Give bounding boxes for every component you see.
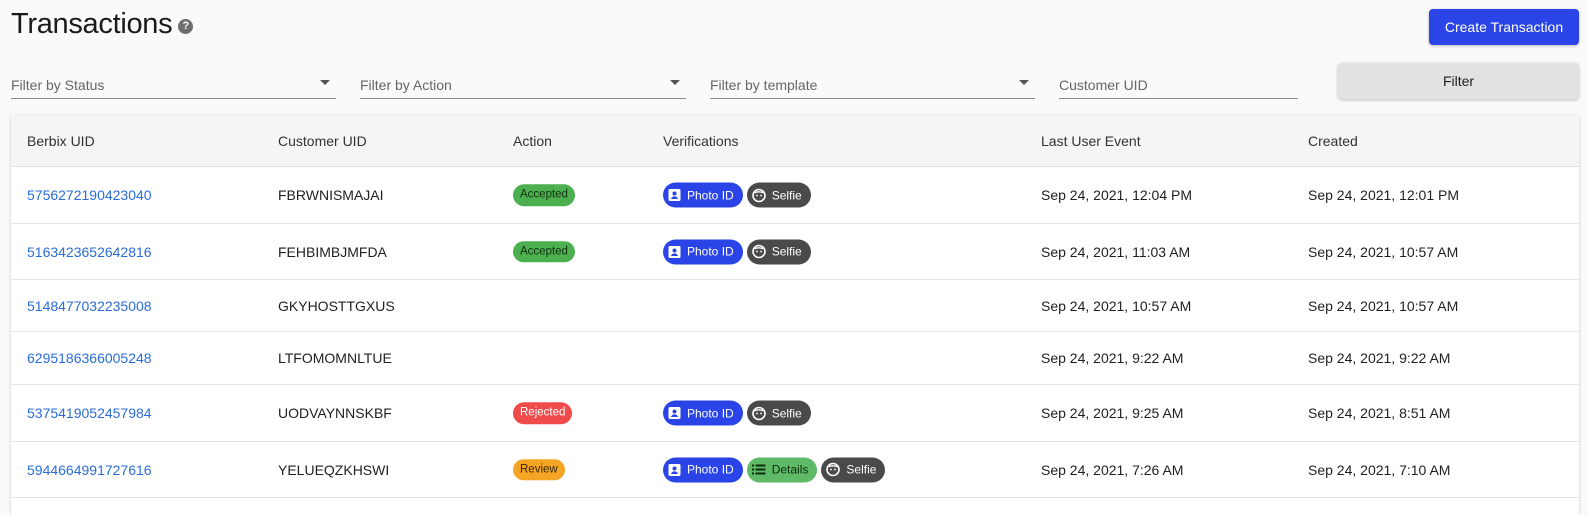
page-title: Transactions	[11, 8, 173, 40]
action-filter-select[interactable]: Filter by Action	[360, 68, 686, 99]
list-icon	[751, 464, 766, 476]
customer-uid-cell: YELUEQZKHSWI	[278, 461, 390, 478]
chip-label: Photo ID	[687, 188, 734, 202]
created-cell: Sep 24, 2021, 7:10 AM	[1308, 461, 1451, 478]
table-row[interactable]: 5756272190423040 FBRWNISMAJAI Accepted Phot…	[11, 167, 1579, 224]
id-card-icon	[668, 189, 681, 202]
chip-label: Selfie	[846, 462, 877, 477]
column-header-last-user-event[interactable]: Last User Event	[1041, 133, 1141, 149]
last-user-event-cell: Sep 24, 2021, 12:04 PM	[1041, 187, 1192, 203]
table-row[interactable]: 5375419052457984 UODVAYNNSKBF Rejected Phot…	[11, 385, 1579, 442]
last-user-event-cell: Sep 24, 2021, 9:25 AM	[1041, 405, 1184, 421]
action-cell: Rejected	[513, 402, 573, 424]
last-user-event-cell: Sep 24, 2021, 11:03 AM	[1041, 243, 1191, 260]
status-badge: Accepted	[513, 184, 575, 206]
customer-uid-cell: LTFOMOMNLTUE	[278, 350, 392, 366]
customer-uid-cell: UODVAYNNSKBF	[278, 405, 392, 421]
verifications-cell: Photo ID Details Selfie	[663, 457, 886, 482]
action-cell: Accepted	[513, 240, 575, 263]
verifications-cell: Photo ID Selfie	[663, 400, 811, 426]
berbix-uid-link[interactable]: 5375419052457984	[27, 405, 152, 421]
table-row[interactable]: 5944664991727616 YELUEQZKHSWI Review Photo …	[11, 442, 1579, 498]
create-transaction-button[interactable]: Create Transaction	[1429, 9, 1579, 45]
help-circle-icon[interactable]: ?	[178, 18, 194, 34]
status-filter-select[interactable]: Filter by Status	[11, 68, 336, 99]
berbix-uid-link[interactable]: 5944664991727616	[27, 462, 152, 478]
id-card-icon	[668, 407, 681, 420]
photo-id-chip: Photo ID	[663, 457, 743, 482]
chip-label: Photo ID	[687, 244, 734, 259]
photo-id-chip: Photo ID	[663, 239, 743, 264]
last-user-event-cell: Sep 24, 2021, 7:26 AM	[1041, 461, 1184, 478]
created-cell: Sep 24, 2021, 9:22 AM	[1308, 350, 1451, 366]
column-header-berbix-uid[interactable]: Berbix UID	[27, 133, 95, 149]
berbix-uid-link[interactable]: 5756272190423040	[27, 187, 152, 203]
chip-label: Selfie	[771, 244, 802, 259]
table-row[interactable]: 5148477032235008 GKYHOSTTGXUS Sep 24, 2021…	[11, 280, 1579, 332]
id-card-icon	[668, 245, 681, 258]
action-cell: Accepted	[513, 184, 575, 206]
verifications-cell: Photo ID Selfie	[663, 239, 811, 264]
customer-uid-cell: FEHBIMBJMFDA	[278, 243, 387, 260]
table-header: Berbix UID Customer UID Action Verificat…	[11, 115, 1579, 167]
face-icon	[751, 406, 766, 420]
selfie-chip: Selfie	[746, 400, 811, 426]
page-header: Transactions ?	[11, 8, 194, 41]
column-header-created[interactable]: Created	[1308, 133, 1358, 149]
status-badge: Accepted	[513, 240, 575, 263]
customer-uid-cell: FBRWNISMAJAI	[278, 187, 384, 203]
berbix-uid-link[interactable]: 5148477032235008	[27, 298, 152, 314]
berbix-uid-link[interactable]: 6295186366005248	[27, 350, 152, 366]
verifications-cell: Photo ID Selfie	[663, 182, 811, 208]
created-cell: Sep 24, 2021, 8:51 AM	[1308, 405, 1451, 421]
template-filter-select[interactable]: Filter by template	[710, 68, 1035, 99]
last-user-event-cell: Sep 24, 2021, 9:22 AM	[1041, 350, 1184, 366]
status-badge: Review	[513, 458, 565, 481]
chip-label: Selfie	[771, 406, 802, 420]
caret-down-icon	[670, 79, 680, 85]
template-filter-placeholder: Filter by template	[710, 77, 818, 93]
customer-uid-input[interactable]: Customer UID	[1059, 68, 1298, 99]
chip-label: Photo ID	[687, 406, 734, 420]
created-cell: Sep 24, 2021, 10:57 AM	[1308, 297, 1459, 314]
created-cell: Sep 24, 2021, 10:57 AM	[1308, 243, 1459, 260]
filter-button[interactable]: Filter	[1338, 63, 1579, 99]
table-body: 5756272190423040 FBRWNISMAJAI Accepted Phot…	[11, 167, 1579, 498]
selfie-chip: Selfie	[746, 239, 811, 264]
selfie-chip: Selfie	[821, 457, 886, 482]
column-header-verifications[interactable]: Verifications	[663, 133, 738, 149]
face-icon	[751, 244, 766, 259]
berbix-uid-link[interactable]: 5163423652642816	[27, 244, 152, 260]
action-cell: Review	[513, 458, 565, 481]
face-icon	[751, 188, 766, 202]
status-filter-placeholder: Filter by Status	[11, 77, 105, 93]
caret-down-icon	[1019, 79, 1029, 85]
chip-label: Details	[771, 462, 809, 477]
column-header-action[interactable]: Action	[513, 133, 552, 149]
table-row[interactable]: 6295186366005248 LTFOMOMNLTUE Sep 24, 2021…	[11, 332, 1579, 385]
table-row[interactable]: 5163423652642816 FEHBIMBJMFDA Accepted Phot…	[11, 224, 1579, 280]
customer-uid-cell: GKYHOSTTGXUS	[278, 297, 395, 314]
face-icon	[826, 462, 841, 477]
created-cell: Sep 24, 2021, 12:01 PM	[1308, 187, 1459, 203]
id-card-icon	[668, 463, 681, 476]
status-badge: Rejected	[513, 402, 573, 424]
chip-label: Photo ID	[687, 462, 734, 477]
selfie-chip: Selfie	[746, 182, 811, 208]
caret-down-icon	[320, 79, 330, 85]
transactions-table: Berbix UID Customer UID Action Verificat…	[11, 115, 1579, 515]
action-filter-placeholder: Filter by Action	[360, 77, 452, 93]
photo-id-chip: Photo ID	[663, 400, 743, 426]
customer-uid-placeholder: Customer UID	[1059, 77, 1148, 93]
column-header-customer-uid[interactable]: Customer UID	[278, 133, 367, 149]
chip-label: Selfie	[771, 188, 802, 202]
last-user-event-cell: Sep 24, 2021, 10:57 AM	[1041, 297, 1192, 314]
details-chip: Details	[746, 457, 818, 482]
photo-id-chip: Photo ID	[663, 182, 743, 208]
